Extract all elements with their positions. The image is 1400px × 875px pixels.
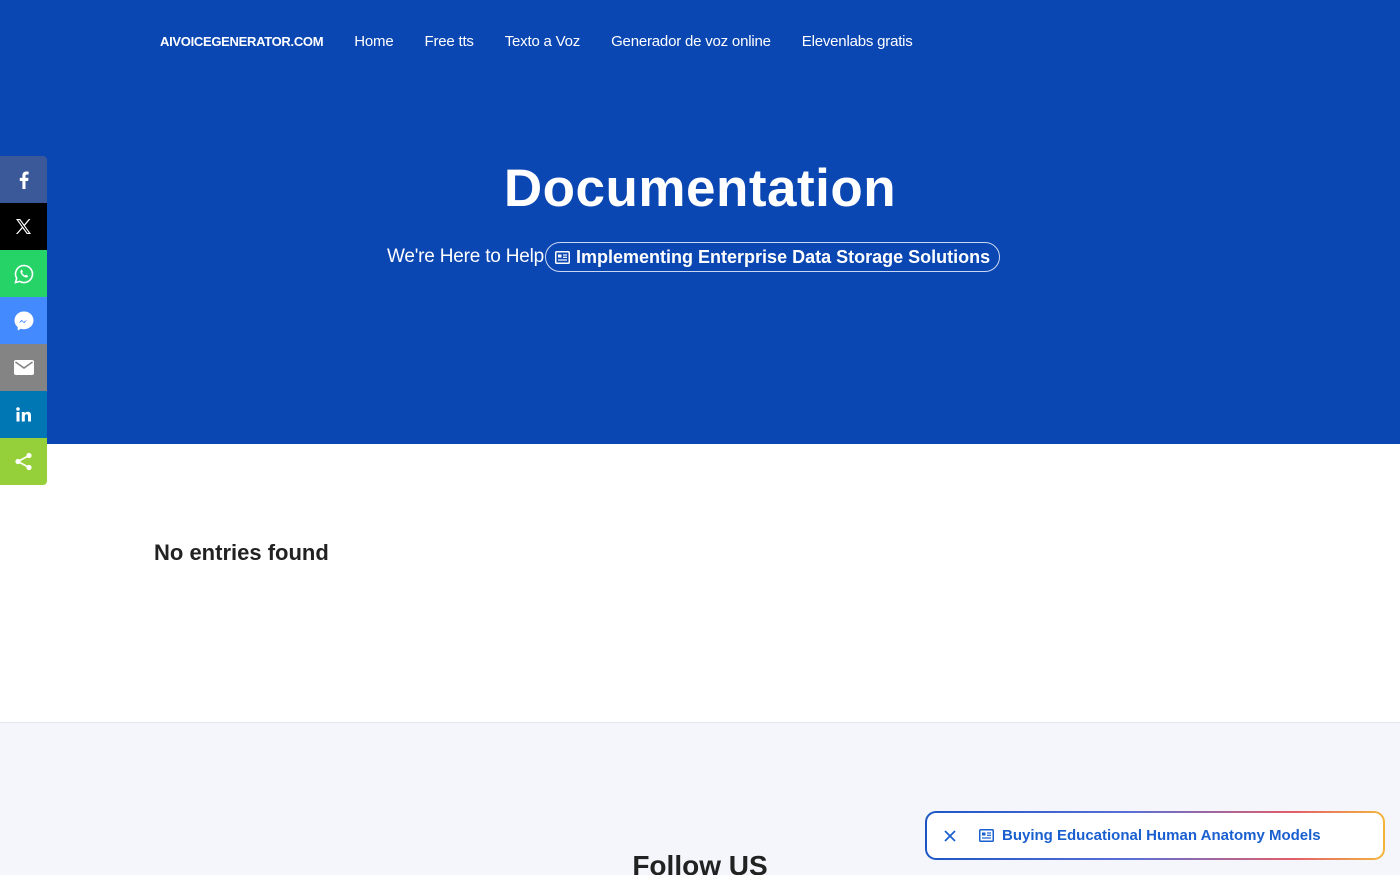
hero-subtitle: We're Here to Help [387, 246, 545, 267]
toast-article-label: Buying Educational Human Anatomy Models [1002, 827, 1321, 844]
featured-article-pill[interactable]: Implementing Enterprise Data Storage Sol… [545, 242, 1001, 272]
nav-free-tts[interactable]: Free tts [424, 33, 473, 50]
no-entries-message: No entries found [154, 540, 329, 565]
share-more-button[interactable] [0, 438, 47, 485]
email-icon [13, 360, 34, 375]
nav-generador-de-voz[interactable]: Generador de voz online [611, 33, 771, 50]
messenger-icon [14, 311, 33, 330]
nav-elevenlabs-gratis[interactable]: Elevenlabs gratis [802, 33, 913, 50]
nav-texto-a-voz[interactable]: Texto a Voz [505, 33, 581, 50]
share-facebook-button[interactable] [0, 156, 47, 203]
featured-article-label: Implementing Enterprise Data Storage Sol… [576, 246, 991, 267]
hero-section: AIVOICEGENERATOR.COM Home Free tts Texto… [0, 0, 1400, 444]
share-whatsapp-button[interactable] [0, 250, 47, 297]
top-nav: AIVOICEGENERATOR.COM Home Free tts Texto… [160, 33, 944, 50]
social-share-bar [0, 156, 47, 485]
x-icon [16, 219, 31, 234]
page-title: Documentation [503, 159, 897, 218]
facebook-icon [19, 171, 29, 189]
share-messenger-button[interactable] [0, 297, 47, 344]
toast-close-button[interactable] [941, 827, 959, 845]
share-email-button[interactable] [0, 344, 47, 391]
article-icon [979, 829, 994, 842]
recommended-article-toast: Buying Educational Human Anatomy Models [925, 811, 1385, 860]
linkedin-icon [15, 407, 31, 422]
nav-home[interactable]: Home [354, 33, 393, 50]
share-linkedin-button[interactable] [0, 391, 47, 438]
brand-logo-link[interactable]: AIVOICEGENERATOR.COM [160, 34, 324, 49]
toast-body: Buying Educational Human Anatomy Models [927, 813, 1383, 858]
close-icon [944, 829, 956, 842]
share-x-button[interactable] [0, 203, 47, 250]
hero-subline: We're Here to Help Implementing Enterpri… [387, 242, 1001, 272]
article-icon [555, 250, 571, 264]
toast-article-link[interactable]: Buying Educational Human Anatomy Models [979, 827, 1321, 844]
share-icon [15, 452, 32, 471]
whatsapp-icon [13, 264, 33, 284]
